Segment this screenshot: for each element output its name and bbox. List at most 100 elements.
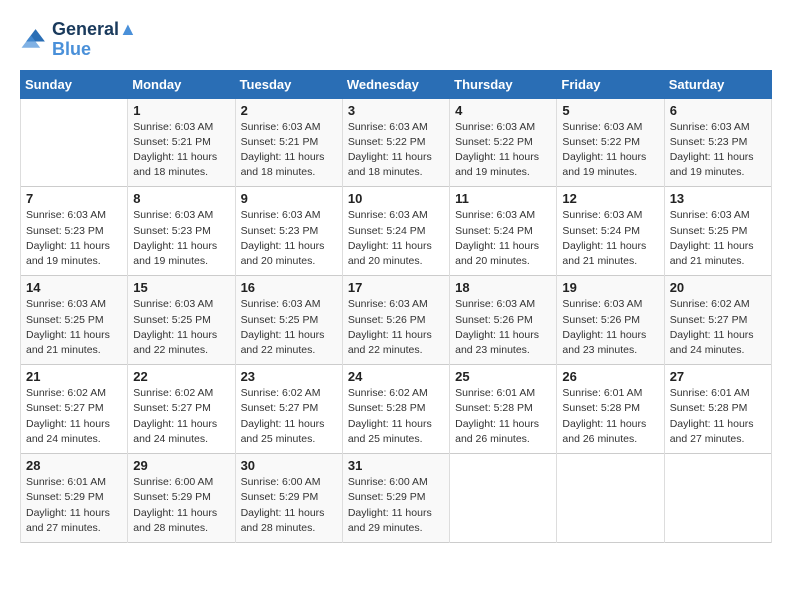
day-number: 11 [455,191,551,206]
day-cell: 17Sunrise: 6:03 AM Sunset: 5:26 PM Dayli… [342,276,449,365]
day-info: Sunrise: 6:03 AM Sunset: 5:25 PM Dayligh… [241,297,337,358]
week-row-2: 7 Sunrise: 6:03 AM Sunset: 5:23 PM Daylig… [21,187,772,276]
day-cell: 24 Sunrise: 6:02 AM Sunset: 5:28 PM Dayli… [342,365,449,454]
header-cell-friday: Friday [557,70,664,98]
day-cell: 20 Sunrise: 6:02 AM Sunset: 5:27 PM Dayli… [664,276,771,365]
day-number: 10 [348,191,444,206]
day-cell: 15 Sunrise: 6:03 AM Sunset: 5:25 PM Dayli… [128,276,235,365]
day-cell: 7 Sunrise: 6:03 AM Sunset: 5:23 PM Daylig… [21,187,128,276]
day-number: 21 [26,369,122,384]
day-number: 18 [455,280,551,295]
day-info: Sunrise: 6:03 AM Sunset: 5:26 PM Dayligh… [455,297,551,358]
header-row: SundayMondayTuesdayWednesdayThursdayFrid… [21,70,772,98]
header-cell-monday: Monday [128,70,235,98]
day-cell: 4 Sunrise: 6:03 AM Sunset: 5:22 PM Daylig… [450,98,557,187]
day-cell [21,98,128,187]
day-cell: 23 Sunrise: 6:02 AM Sunset: 5:27 PM Dayli… [235,365,342,454]
day-cell: 21 Sunrise: 6:02 AM Sunset: 5:27 PM Dayli… [21,365,128,454]
day-info: Sunrise: 6:03 AM Sunset: 5:21 PM Dayligh… [241,120,337,181]
day-number: 14 [26,280,122,295]
day-info: Sunrise: 6:01 AM Sunset: 5:28 PM Dayligh… [562,386,658,447]
day-cell [557,454,664,543]
day-cell: 2 Sunrise: 6:03 AM Sunset: 5:21 PM Daylig… [235,98,342,187]
day-info: Sunrise: 6:02 AM Sunset: 5:27 PM Dayligh… [670,297,766,358]
day-number: 8 [133,191,229,206]
header-cell-tuesday: Tuesday [235,70,342,98]
day-cell: 19 Sunrise: 6:03 AM Sunset: 5:26 PM Dayli… [557,276,664,365]
day-info: Sunrise: 6:03 AM Sunset: 5:24 PM Dayligh… [455,208,551,269]
day-cell: 5Sunrise: 6:03 AM Sunset: 5:22 PM Daylig… [557,98,664,187]
day-info: Sunrise: 6:03 AM Sunset: 5:24 PM Dayligh… [348,208,444,269]
day-cell: 12 Sunrise: 6:03 AM Sunset: 5:24 PM Dayli… [557,187,664,276]
day-number: 22 [133,369,229,384]
day-number: 2 [241,103,337,118]
day-number: 1 [133,103,229,118]
day-number: 25 [455,369,551,384]
day-cell: 8 Sunrise: 6:03 AM Sunset: 5:23 PM Daylig… [128,187,235,276]
day-cell [664,454,771,543]
day-cell: 13Sunrise: 6:03 AM Sunset: 5:25 PM Dayli… [664,187,771,276]
day-cell: 9Sunrise: 6:03 AM Sunset: 5:23 PM Daylig… [235,187,342,276]
day-info: Sunrise: 6:03 AM Sunset: 5:26 PM Dayligh… [348,297,444,358]
day-cell: 10 Sunrise: 6:03 AM Sunset: 5:24 PM Dayli… [342,187,449,276]
day-number: 15 [133,280,229,295]
header-cell-saturday: Saturday [664,70,771,98]
day-cell: 25 Sunrise: 6:01 AM Sunset: 5:28 PM Dayli… [450,365,557,454]
day-info: Sunrise: 6:02 AM Sunset: 5:28 PM Dayligh… [348,386,444,447]
day-info: Sunrise: 6:02 AM Sunset: 5:27 PM Dayligh… [241,386,337,447]
day-info: Sunrise: 6:00 AM Sunset: 5:29 PM Dayligh… [241,475,337,536]
day-info: Sunrise: 6:00 AM Sunset: 5:29 PM Dayligh… [133,475,229,536]
day-info: Sunrise: 6:02 AM Sunset: 5:27 PM Dayligh… [26,386,122,447]
day-cell: 31Sunrise: 6:00 AM Sunset: 5:29 PM Dayli… [342,454,449,543]
week-row-3: 14 Sunrise: 6:03 AM Sunset: 5:25 PM Dayli… [21,276,772,365]
day-cell: 14 Sunrise: 6:03 AM Sunset: 5:25 PM Dayli… [21,276,128,365]
header-cell-wednesday: Wednesday [342,70,449,98]
day-cell: 27Sunrise: 6:01 AM Sunset: 5:28 PM Dayli… [664,365,771,454]
day-cell: 22Sunrise: 6:02 AM Sunset: 5:27 PM Dayli… [128,365,235,454]
week-row-1: 1 Sunrise: 6:03 AM Sunset: 5:21 PM Daylig… [21,98,772,187]
day-number: 9 [241,191,337,206]
day-info: Sunrise: 6:03 AM Sunset: 5:23 PM Dayligh… [133,208,229,269]
day-cell: 18 Sunrise: 6:03 AM Sunset: 5:26 PM Dayli… [450,276,557,365]
day-cell [450,454,557,543]
day-number: 23 [241,369,337,384]
day-info: Sunrise: 6:03 AM Sunset: 5:22 PM Dayligh… [455,120,551,181]
day-number: 30 [241,458,337,473]
day-cell: 28Sunrise: 6:01 AM Sunset: 5:29 PM Dayli… [21,454,128,543]
day-number: 27 [670,369,766,384]
day-info: Sunrise: 6:03 AM Sunset: 5:24 PM Dayligh… [562,208,658,269]
day-cell: 11 Sunrise: 6:03 AM Sunset: 5:24 PM Dayli… [450,187,557,276]
day-cell: 29 Sunrise: 6:00 AM Sunset: 5:29 PM Dayli… [128,454,235,543]
day-number: 19 [562,280,658,295]
day-info: Sunrise: 6:03 AM Sunset: 5:26 PM Dayligh… [562,297,658,358]
day-number: 24 [348,369,444,384]
header-cell-sunday: Sunday [21,70,128,98]
day-number: 28 [26,458,122,473]
day-number: 20 [670,280,766,295]
day-number: 12 [562,191,658,206]
day-number: 3 [348,103,444,118]
page-header: General▲ Blue [20,20,772,60]
day-info: Sunrise: 6:03 AM Sunset: 5:22 PM Dayligh… [562,120,658,181]
calendar-table: SundayMondayTuesdayWednesdayThursdayFrid… [20,70,772,543]
day-info: Sunrise: 6:03 AM Sunset: 5:25 PM Dayligh… [133,297,229,358]
day-cell: 16 Sunrise: 6:03 AM Sunset: 5:25 PM Dayli… [235,276,342,365]
day-info: Sunrise: 6:01 AM Sunset: 5:28 PM Dayligh… [455,386,551,447]
day-cell: 3 Sunrise: 6:03 AM Sunset: 5:22 PM Daylig… [342,98,449,187]
day-number: 4 [455,103,551,118]
day-info: Sunrise: 6:03 AM Sunset: 5:25 PM Dayligh… [26,297,122,358]
day-number: 7 [26,191,122,206]
week-row-4: 21 Sunrise: 6:02 AM Sunset: 5:27 PM Dayli… [21,365,772,454]
day-cell: 26 Sunrise: 6:01 AM Sunset: 5:28 PM Dayli… [557,365,664,454]
logo-icon [20,26,48,54]
day-info: Sunrise: 6:03 AM Sunset: 5:23 PM Dayligh… [26,208,122,269]
day-number: 29 [133,458,229,473]
day-cell: 6Sunrise: 6:03 AM Sunset: 5:23 PM Daylig… [664,98,771,187]
calendar-header: SundayMondayTuesdayWednesdayThursdayFrid… [21,70,772,98]
day-number: 26 [562,369,658,384]
day-cell: 30 Sunrise: 6:00 AM Sunset: 5:29 PM Dayli… [235,454,342,543]
day-number: 31 [348,458,444,473]
day-number: 16 [241,280,337,295]
day-info: Sunrise: 6:03 AM Sunset: 5:25 PM Dayligh… [670,208,766,269]
day-info: Sunrise: 6:03 AM Sunset: 5:22 PM Dayligh… [348,120,444,181]
